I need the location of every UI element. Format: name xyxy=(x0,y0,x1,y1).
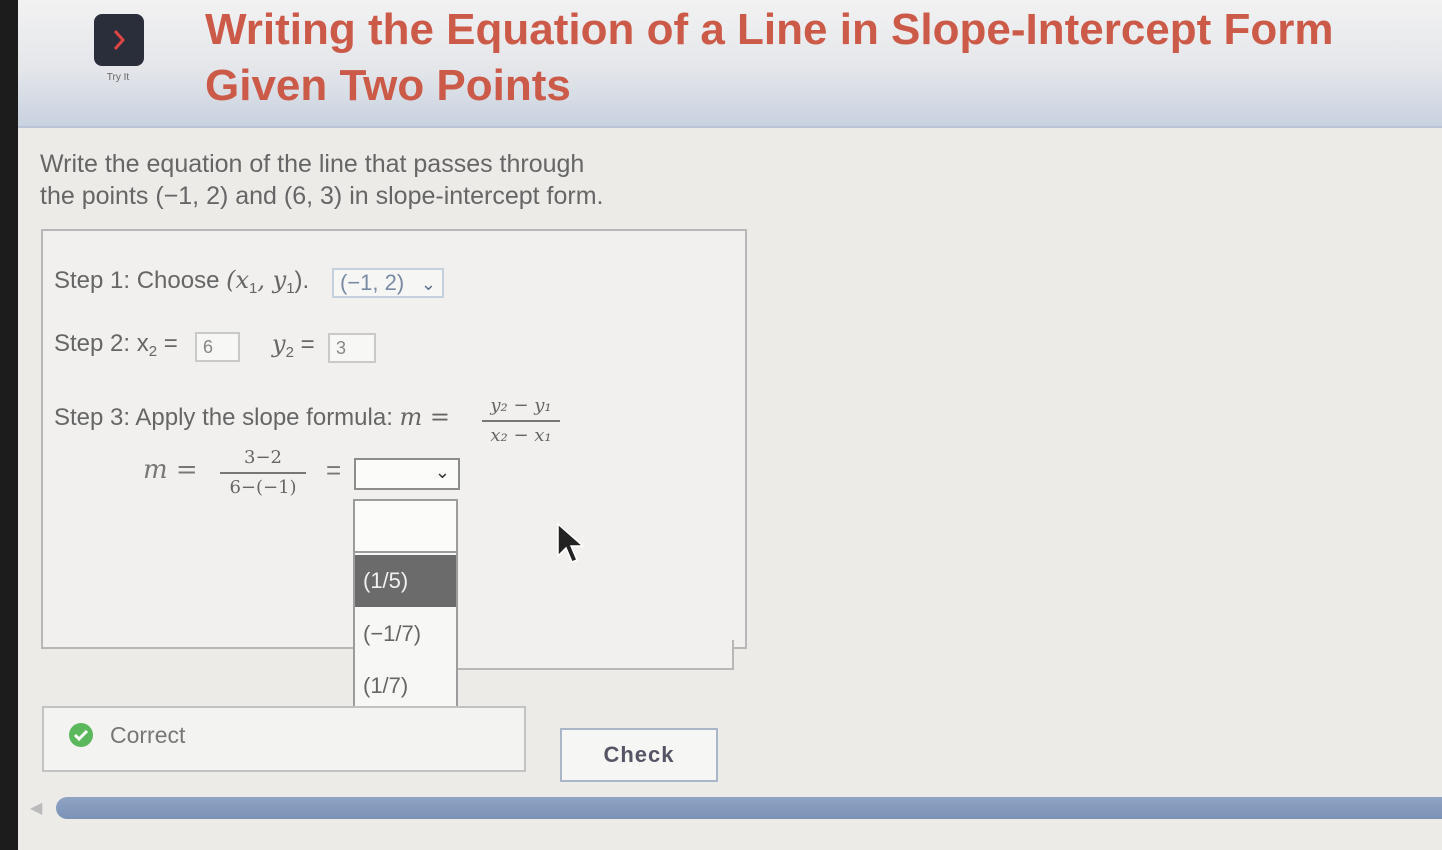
title-line-2: Given Two Points xyxy=(205,61,571,110)
fraction-bar xyxy=(220,472,306,474)
fraction-bar xyxy=(482,420,560,422)
page-title: Writing the Equation of a Line in Slope-… xyxy=(205,2,1442,114)
horizontal-scrollbar[interactable] xyxy=(56,797,1442,819)
try-it-label: Try It xyxy=(106,72,130,83)
dropdown-option-neg-1-7[interactable]: (−1/7) xyxy=(355,608,456,660)
x2-input[interactable]: 6 xyxy=(195,332,240,362)
point-select[interactable]: (−1, 2) ⌄ xyxy=(332,268,444,298)
step-3: Step 3: Apply the slope formula: m = xyxy=(54,403,450,432)
check-button[interactable]: Check xyxy=(560,728,718,782)
slope-formula-denominator: x₂ − x₁ xyxy=(490,425,552,446)
step-2-label: Step 2: x xyxy=(54,330,149,357)
step-2: Step 2: x2 = xyxy=(54,330,178,360)
scroll-left-icon[interactable]: ◀ xyxy=(30,798,42,818)
slope-calc-fraction: 3−2 6−(−1) xyxy=(220,446,306,500)
try-it-icon[interactable] xyxy=(94,14,144,66)
problem-prompt: Write the equation of the line that pass… xyxy=(40,148,680,212)
point-select-value: (−1, 2) xyxy=(340,270,405,295)
y2-input[interactable]: 3 xyxy=(328,333,376,363)
y2-eq: = xyxy=(293,331,315,358)
chevron-down-icon: ⌄ xyxy=(434,462,450,482)
prompt-line-2: the points (−1, 2) and (6, 3) in slope-i… xyxy=(40,182,604,210)
slope-calc-m-eq: m = xyxy=(143,455,198,485)
feedback-box: Correct xyxy=(42,706,526,772)
prompt-line-1: Write the equation of the line that pass… xyxy=(40,150,585,178)
page-header: Try It Writing the Equation of a Line in… xyxy=(18,0,1442,128)
step-2-x-eq: = xyxy=(157,330,178,357)
slope-m-eq: m = xyxy=(399,403,451,431)
slope-formula-fraction: y₂ − y₁ x₂ − x₁ xyxy=(482,394,560,448)
step-1-var-open: (x xyxy=(226,266,250,294)
y2-sub: 2 xyxy=(285,344,294,361)
mouse-cursor-icon xyxy=(557,522,585,563)
steps-panel-extension xyxy=(455,640,734,670)
slope-calc-equals: = xyxy=(326,455,342,485)
y2-label: y2 = xyxy=(272,330,315,361)
step-1-sub2: 1 xyxy=(286,280,295,297)
step-1-var-close: ). xyxy=(294,267,310,294)
slope-calc-denominator: 6−(−1) xyxy=(229,477,297,498)
feedback-text: Correct xyxy=(110,722,186,748)
dropdown-option-1-5[interactable]: (1/5) xyxy=(355,555,456,607)
dropdown-option-1-7[interactable]: (1/7) xyxy=(355,660,456,712)
slope-select[interactable]: ⌄ xyxy=(354,458,460,490)
y2-var: y xyxy=(272,330,286,358)
step-3-label: Step 3: Apply the slope formula: xyxy=(54,404,400,431)
slope-dropdown-list: (1/5) (−1/7) (1/7) xyxy=(353,499,458,711)
slope-formula-numerator: y₂ − y₁ xyxy=(490,395,552,416)
dropdown-option-blank[interactable] xyxy=(355,501,456,553)
step-1-label: Step 1: Choose xyxy=(54,267,227,294)
title-line-1: Writing the Equation of a Line in Slope-… xyxy=(205,5,1334,54)
slope-calc-numerator: 3−2 xyxy=(244,447,282,468)
step-1-var-mid: , y xyxy=(257,266,287,294)
left-bezel xyxy=(0,0,18,850)
chevron-down-icon: ⌄ xyxy=(420,274,436,294)
step-1: Step 1: Choose (x1, y1). xyxy=(54,266,309,297)
check-circle-icon xyxy=(69,723,93,747)
step-2-x-sub: 2 xyxy=(148,343,158,360)
